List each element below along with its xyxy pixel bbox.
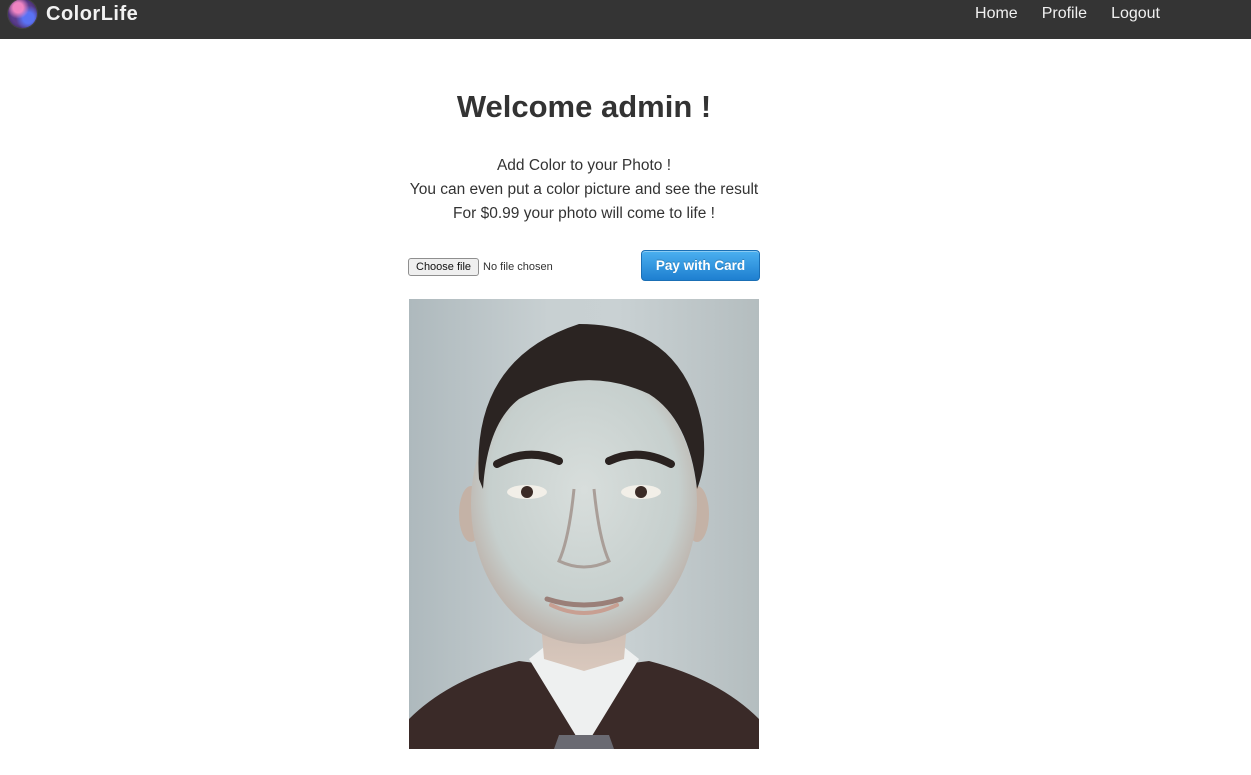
upload-controls: Choose file No file chosen Pay with Card <box>408 250 760 282</box>
brand-logo-icon <box>8 0 37 28</box>
main-content: Welcome admin ! Add Color to your Photo … <box>408 39 760 282</box>
colorized-photo <box>409 299 759 749</box>
brand-name: ColorLife <box>46 3 139 25</box>
top-navbar: ColorLife Home Profile Logout <box>0 0 1251 39</box>
pay-with-card-button[interactable]: Pay with Card <box>641 250 760 281</box>
intro-line-3: For $0.99 your photo will come to life ! <box>453 205 715 222</box>
nav-logout-link[interactable]: Logout <box>1111 5 1160 23</box>
page-title: Welcome admin ! <box>456 89 712 124</box>
file-input[interactable]: Choose file No file chosen <box>408 258 553 276</box>
portrait-icon <box>409 324 759 749</box>
choose-file-button[interactable]: Choose file <box>408 258 480 276</box>
nav-home-link[interactable]: Home <box>975 5 1018 23</box>
intro-line-2: You can even put a color picture and see… <box>409 181 759 198</box>
nav-profile-link[interactable]: Profile <box>1042 5 1087 23</box>
intro-line-1: Add Color to your Photo ! <box>496 157 672 174</box>
brand-link[interactable]: ColorLife <box>8 0 138 28</box>
nav-links: Home Profile Logout <box>951 0 1160 28</box>
file-status-text: No file chosen <box>483 261 553 273</box>
intro-text: Add Color to your Photo ! You can even p… <box>409 154 759 226</box>
